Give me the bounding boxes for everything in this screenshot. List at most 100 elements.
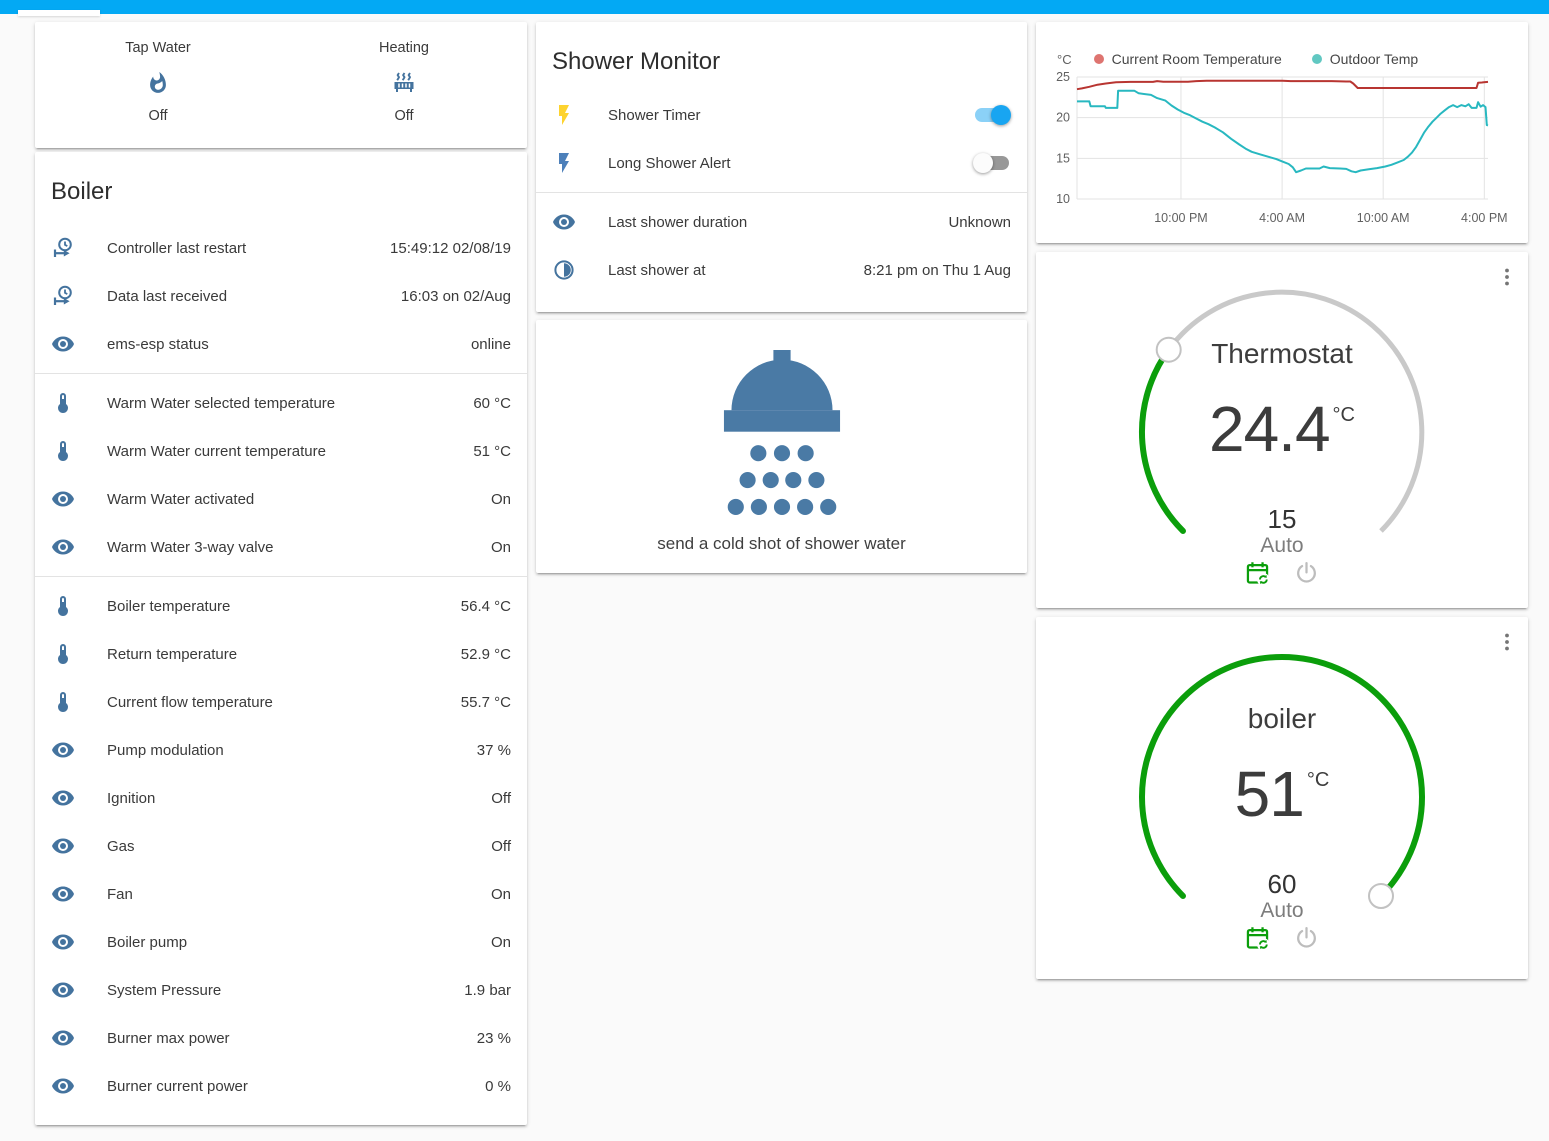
gauge-title: Thermostat — [1036, 338, 1528, 370]
row-burner-max-power[interactable]: Burner max power23 % — [35, 1014, 527, 1062]
calendar-sync-icon[interactable] — [1244, 560, 1271, 587]
row-value: Off — [491, 838, 511, 855]
row-value: 1.9 bar — [464, 982, 511, 999]
hvac-mode: Auto — [1036, 534, 1528, 558]
svg-text:25: 25 — [1056, 70, 1070, 84]
clock-start-icon — [51, 284, 75, 308]
row-value: 56.4 °C — [461, 598, 511, 615]
row-warm-water-activated[interactable]: Warm Water activatedOn — [35, 475, 527, 523]
boiler-gauge-card: boiler 51°C 60 Auto — [1036, 617, 1528, 979]
row-value: 37 % — [477, 742, 511, 759]
row-value: 16:03 on 02/Aug — [401, 288, 511, 305]
thermometer-icon — [51, 391, 75, 415]
thermometer-icon — [51, 642, 75, 666]
calendar-sync-icon[interactable] — [1244, 925, 1271, 952]
eye-icon — [51, 1074, 75, 1098]
row-value: online — [471, 336, 511, 353]
unit-label: °C — [1333, 404, 1355, 426]
long-shower-alert-toggle[interactable] — [973, 153, 1011, 173]
row-last-shower-at[interactable]: Last shower at 8:21 pm on Thu 1 Aug — [536, 246, 1027, 294]
row-return-temperature[interactable]: Return temperature52.9 °C — [35, 630, 527, 678]
row-label: Shower Timer — [608, 107, 973, 124]
row-value: On — [491, 539, 511, 556]
glance-label: Tap Water — [125, 40, 191, 56]
eye-icon — [51, 882, 75, 906]
row-value: On — [491, 886, 511, 903]
eye-icon — [51, 786, 75, 810]
row-gas[interactable]: GasOff — [35, 822, 527, 870]
row-ignition[interactable]: IgnitionOff — [35, 774, 527, 822]
power-icon[interactable] — [1293, 560, 1320, 587]
row-last-shower-duration[interactable]: Last shower duration Unknown — [536, 198, 1027, 246]
flash-icon — [552, 103, 576, 127]
mode: Auto — [1036, 899, 1528, 923]
row-pump-modulation[interactable]: Pump modulation37 % — [35, 726, 527, 774]
shower-monitor-card: Shower Monitor Shower Timer Long Shower … — [536, 22, 1027, 312]
row-value: 8:21 pm on Thu 1 Aug — [864, 262, 1011, 279]
eye-icon — [51, 738, 75, 762]
row-label: Burner current power — [107, 1078, 485, 1095]
row-label: Burner max power — [107, 1030, 477, 1047]
more-menu-button[interactable] — [1495, 265, 1519, 289]
eye-icon — [51, 332, 75, 356]
row-label: Ignition — [107, 790, 491, 807]
row-current-flow-temperature[interactable]: Current flow temperature55.7 °C — [35, 678, 527, 726]
svg-text:15: 15 — [1056, 151, 1070, 165]
row-label: Fan — [107, 886, 491, 903]
card-title: Shower Monitor — [536, 22, 1027, 82]
divider — [35, 576, 527, 577]
power-icon[interactable] — [1293, 925, 1320, 952]
glance-item-tap-water[interactable]: Tap Water Off — [35, 40, 281, 124]
svg-text:4:00 AM: 4:00 AM — [1259, 211, 1305, 225]
row-value: 23 % — [477, 1030, 511, 1047]
row-value: 51 °C — [473, 443, 511, 460]
glance-label: Heating — [379, 40, 429, 56]
row-label: Warm Water activated — [107, 491, 491, 508]
eye-icon — [51, 1026, 75, 1050]
shower-timer-toggle[interactable] — [973, 105, 1011, 125]
history-chart-card[interactable]: °C Current Room Temperature Outdoor Temp… — [1036, 22, 1528, 243]
row-boiler-temperature[interactable]: Boiler temperature56.4 °C — [35, 582, 527, 630]
boiler-rows: Controller last restart15:49:12 02/08/19… — [35, 224, 527, 1110]
row-ems-esp-status[interactable]: ems-esp statusonline — [35, 320, 527, 368]
glance-item-heating[interactable]: Heating Off — [281, 40, 527, 124]
row-system-pressure[interactable]: System Pressure1.9 bar — [35, 966, 527, 1014]
row-label: Last shower at — [608, 262, 864, 279]
row-label: Warm Water 3-way valve — [107, 539, 491, 556]
target-temperature: 15 — [1036, 504, 1528, 535]
row-label: Long Shower Alert — [608, 155, 973, 172]
row-fan[interactable]: FanOn — [35, 870, 527, 918]
gauge-title: boiler — [1036, 703, 1528, 735]
divider — [536, 192, 1027, 193]
row-label: Controller last restart — [107, 240, 390, 257]
unit-label: °C — [1307, 769, 1329, 791]
more-menu-button[interactable] — [1495, 630, 1519, 654]
row-label: Warm Water current temperature — [107, 443, 473, 460]
row-label: ems-esp status — [107, 336, 471, 353]
svg-text:10:00 AM: 10:00 AM — [1357, 211, 1410, 225]
row-value: 0 % — [485, 1078, 511, 1095]
glance-card: Tap Water Off Heating Off — [35, 22, 527, 148]
boiler-card: Boiler Controller last restart15:49:12 0… — [35, 152, 527, 1125]
row-label: System Pressure — [107, 982, 464, 999]
row-label: Boiler temperature — [107, 598, 461, 615]
row-burner-current-power[interactable]: Burner current power0 % — [35, 1062, 527, 1110]
row-label: Return temperature — [107, 646, 461, 663]
eye-icon — [552, 210, 576, 234]
row-warm-water-current-temperature[interactable]: Warm Water current temperature51 °C — [35, 427, 527, 475]
row-shower-timer[interactable]: Shower Timer — [536, 91, 1027, 139]
svg-text:20: 20 — [1056, 111, 1070, 125]
row-data-last-received[interactable]: Data last received16:03 on 02/Aug — [35, 272, 527, 320]
row-warm-water-selected-temperature[interactable]: Warm Water selected temperature60 °C — [35, 379, 527, 427]
row-boiler-pump[interactable]: Boiler pumpOn — [35, 918, 527, 966]
clock-start-icon — [51, 236, 75, 260]
row-label: Current flow temperature — [107, 694, 461, 711]
row-label: Last shower duration — [608, 214, 948, 231]
row-long-shower-alert[interactable]: Long Shower Alert — [536, 139, 1027, 187]
row-value: Unknown — [948, 214, 1011, 231]
temperature-history-chart: 2520151010:00 PM4:00 AM10:00 AM4:00 PM — [1036, 22, 1528, 243]
eye-icon — [51, 978, 75, 1002]
cold-shot-button-card[interactable]: send a cold shot of shower water — [536, 320, 1027, 573]
row-controller-last-restart[interactable]: Controller last restart15:49:12 02/08/19 — [35, 224, 527, 272]
row-warm-water-3-way-valve[interactable]: Warm Water 3-way valveOn — [35, 523, 527, 571]
